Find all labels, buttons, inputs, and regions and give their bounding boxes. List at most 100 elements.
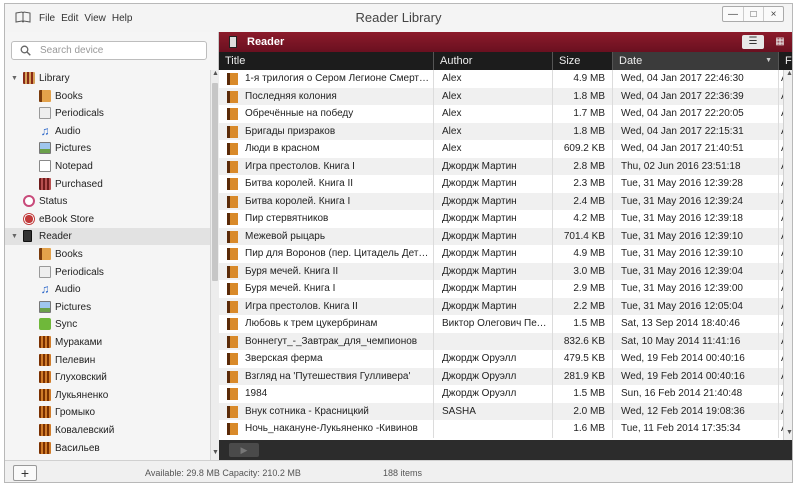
- sidebar-item-audio[interactable]: ♫ Audio: [5, 123, 210, 140]
- sidebar-item-library[interactable]: ▼ Library: [5, 70, 210, 87]
- cell-author: Джордж Оруэлл: [434, 367, 553, 385]
- table-row[interactable]: Последняя колония Alex 1.8 MB Wed, 04 Jan 2…: [219, 87, 792, 105]
- table-row[interactable]: Ночь_накануне-Лукьяненко -Кивинов 1.6 MB T…: [219, 420, 792, 438]
- expand-arrow-icon[interactable]: ▼: [11, 75, 19, 82]
- sidebar-item-audio[interactable]: ♫ Audio: [5, 281, 210, 298]
- book-icon: [227, 300, 238, 313]
- store-icon: [23, 212, 35, 225]
- table-row[interactable]: Буря мечей. Книга II Джордж Мартин 3.0 MB T…: [219, 262, 792, 280]
- table-row[interactable]: Игра престолов. Книга I Джордж Мартин 2.8 …: [219, 157, 792, 175]
- cell-title: Ночь_накануне-Лукьяненко -Кивинов: [219, 420, 434, 438]
- maximize-button[interactable]: □: [743, 7, 763, 21]
- table-row[interactable]: Игра престолов. Книга II Джордж Мартин 2.2…: [219, 297, 792, 315]
- table-row[interactable]: Буря мечей. Книга I Джордж Мартин 2.9 MB Tu…: [219, 280, 792, 298]
- title-bar: File Edit View Help Reader Library — □ ×: [5, 4, 792, 32]
- sidebar-item-reader[interactable]: ▼ Reader: [5, 228, 210, 246]
- sidebar-item-васильев[interactable]: Васильев: [5, 440, 210, 457]
- sidebar-item-purchased[interactable]: Purchased: [5, 176, 210, 193]
- sidebar-item-label: Books: [55, 90, 83, 102]
- search-box[interactable]: [11, 41, 207, 60]
- sidebar-item-status[interactable]: Status: [5, 193, 210, 210]
- sidebar-item-sync[interactable]: Sync: [5, 316, 210, 333]
- reader-icon: [23, 230, 32, 243]
- cell-title-text: Буря мечей. Книга I: [245, 283, 336, 294]
- book-icon: [227, 318, 238, 330]
- sidebar-item-books[interactable]: Books: [5, 88, 210, 105]
- sidebar-scroll-thumb[interactable]: [212, 83, 218, 281]
- column-header-row: Title Author Size Date ▼ File: [219, 52, 792, 70]
- column-header-size[interactable]: Size: [553, 52, 613, 70]
- sidebar-item-books[interactable]: Books: [5, 246, 210, 263]
- column-header-date[interactable]: Date ▼: [613, 52, 779, 70]
- list-view-icon[interactable]: ☰: [742, 35, 764, 49]
- status-bar: + Available: 29.8 MB Capacity: 210.2 MB …: [5, 460, 792, 482]
- column-header-date-label: Date: [619, 55, 643, 67]
- sidebar-item-label: Books: [55, 249, 83, 260]
- menu-help[interactable]: Help: [112, 13, 133, 24]
- sidebar-item-мураками[interactable]: Мураками: [5, 334, 210, 351]
- sidebar-item-notepad[interactable]: Notepad: [5, 158, 210, 175]
- cell-date: Tue, 31 May 2016 12:39:10: [613, 245, 779, 263]
- book-icon: [227, 195, 238, 208]
- column-header-file[interactable]: File: [779, 52, 792, 70]
- menu-view[interactable]: View: [84, 13, 106, 24]
- cell-date: Sun, 16 Feb 2014 21:40:48: [613, 385, 779, 403]
- book-icon: [227, 73, 238, 85]
- table-row[interactable]: Пир стервятников Джордж Мартин 4.2 MB Tue, …: [219, 210, 792, 228]
- book-icon: [227, 248, 238, 260]
- list-scrollbar[interactable]: ▲ ▼: [783, 70, 792, 440]
- sidebar-item-ebook-store[interactable]: eBook Store: [5, 211, 210, 228]
- grid-view-icon[interactable]: ▦: [772, 35, 788, 49]
- sidebar-item-громыко[interactable]: Громыко: [5, 404, 210, 421]
- cell-author: Джордж Мартин: [434, 245, 553, 263]
- table-row[interactable]: Битва королей. Книга II Джордж Мартин 2.3 …: [219, 175, 792, 193]
- scroll-down-arrow-icon[interactable]: ▼: [784, 429, 792, 440]
- table-row[interactable]: Пир для Воронов (пер. Цитадель Детей С..…: [219, 245, 792, 263]
- sidebar-item-periodicals[interactable]: Periodicals: [5, 264, 210, 281]
- sidebar-item-пелевин[interactable]: Пелевин: [5, 352, 210, 369]
- sidebar-item-pictures[interactable]: Pictures: [5, 140, 210, 157]
- table-row[interactable]: Обречённые на победу Alex 1.7 MB Wed, 04 Ja…: [219, 105, 792, 123]
- sidebar-item-pictures[interactable]: Pictures: [5, 299, 210, 316]
- add-button[interactable]: +: [13, 465, 37, 481]
- scroll-up-arrow-icon[interactable]: ▲: [784, 70, 792, 81]
- menu-edit[interactable]: Edit: [61, 13, 78, 24]
- minimize-button[interactable]: —: [723, 7, 743, 21]
- table-row[interactable]: Воннегут_-_Завтрак_для_чемпионов 832.6 KB…: [219, 332, 792, 350]
- collection-icon: [39, 336, 51, 348]
- sidebar-item-ковалевский[interactable]: Ковалевский: [5, 422, 210, 439]
- cell-title: Взгляд на 'Путешествия Гулливера': [219, 367, 434, 385]
- sidebar-item-label: Sync: [55, 319, 78, 331]
- table-row[interactable]: Люди в красном Alex 609.2 KB Wed, 04 Jan 20…: [219, 140, 792, 158]
- table-row[interactable]: Внук сотника - Красницкий SASHA 2.0 MB Wed,…: [219, 402, 792, 420]
- sidebar-item-label: Васильев: [55, 442, 100, 454]
- books-icon: [39, 89, 51, 102]
- cell-author: SASHA: [434, 402, 553, 420]
- table-row[interactable]: Межевой рыцарь Джордж Мартин 701.4 KB Tue, …: [219, 227, 792, 245]
- table-row[interactable]: Зверская ферма Джордж Оруэлл 479.5 KB Wed, …: [219, 350, 792, 368]
- table-row[interactable]: Любовь к трем цукербринам Виктор Олегович…: [219, 315, 792, 333]
- table-row[interactable]: 1-я трилогия о Сером Легионе Смерти 1-3 A…: [219, 70, 792, 88]
- cell-date: Wed, 19 Feb 2014 00:40:16: [613, 350, 779, 368]
- book-icon: [227, 388, 238, 400]
- expand-arrow-icon[interactable]: ▼: [11, 233, 19, 240]
- search-input[interactable]: [40, 44, 200, 57]
- sidebar-scrollbar[interactable]: ▲ ▼: [210, 70, 219, 460]
- cell-date: Tue, 31 May 2016 12:39:00: [613, 280, 779, 298]
- cell-date: Tue, 31 May 2016 12:39:18: [613, 210, 779, 228]
- sidebar-item-глуховский[interactable]: Глуховский: [5, 369, 210, 386]
- table-row[interactable]: 1984 Джордж Оруэлл 1.5 MB Sun, 16 Feb 2014 …: [219, 385, 792, 403]
- column-header-title[interactable]: Title: [219, 52, 434, 70]
- column-header-author[interactable]: Author: [434, 52, 553, 70]
- table-row[interactable]: Взгляд на 'Путешествия Гулливера' Джордж …: [219, 367, 792, 385]
- cell-title: Битва королей. Книга I: [219, 192, 434, 210]
- sidebar-item-лукьяненко[interactable]: Лукьяненко: [5, 387, 210, 404]
- close-button[interactable]: ×: [763, 7, 783, 21]
- table-row[interactable]: Битва королей. Книга I Джордж Мартин 2.4 M…: [219, 192, 792, 210]
- cell-title: Последняя колония: [219, 87, 434, 105]
- sidebar-item-periodicals[interactable]: Periodicals: [5, 105, 210, 122]
- cell-date: Tue, 31 May 2016 12:39:24: [613, 192, 779, 210]
- play-icon[interactable]: ▶: [229, 443, 259, 457]
- table-row[interactable]: Бригады призраков Alex 1.8 MB Wed, 04 Jan 2…: [219, 122, 792, 140]
- menu-file[interactable]: File: [39, 13, 55, 24]
